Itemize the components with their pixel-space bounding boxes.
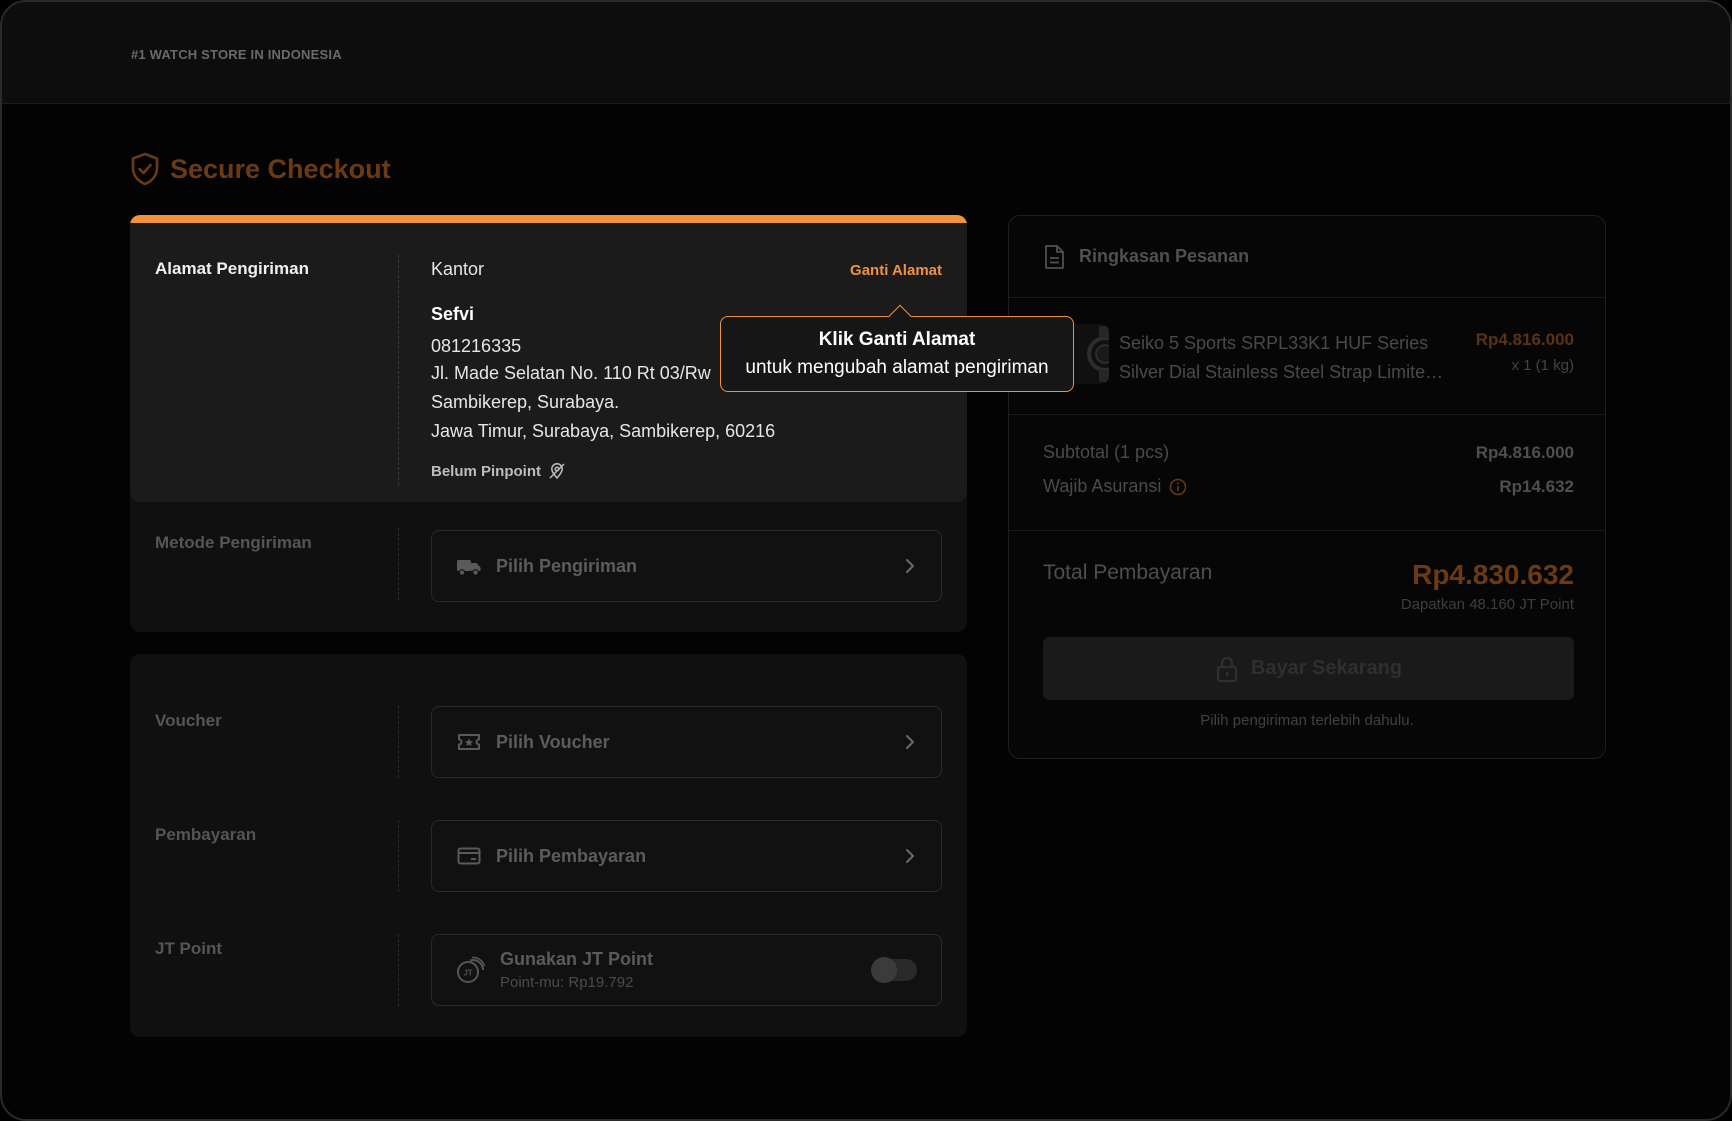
top-bar: #1 WATCH STORE IN INDONESIA [2,2,1730,104]
section-divider [398,820,399,892]
chevron-right-icon [906,559,914,573]
product-price: Rp4.816.000 [1475,330,1574,349]
payment-section-label: Pembayaran [155,825,257,844]
toggle-knob [871,957,897,983]
svg-text:JT: JT [463,969,472,978]
address-section-label: Alamat Pengiriman [155,259,309,278]
pay-hint: Pilih pengiriman terlebih dahulu. [1200,712,1414,729]
points-earned: Dapatkan 48.160 JT Point [1400,596,1574,613]
truck-icon [456,553,482,579]
jt-point-option: JT Gunakan JT Point Point-mu: Rp19.792 [431,934,942,1006]
section-divider [398,528,399,600]
card-icon [456,843,482,869]
address-line-2: Sambikerep, Surabaya. [431,392,620,412]
tooltip-body: untuk mengubah alamat pengiriman [745,357,1049,378]
subtotal-value: Rp4.816.000 [1475,442,1574,462]
pinpoint-status-text: Belum Pinpoint [431,462,541,480]
subtotal-label: Subtotal (1 pcs) [1043,442,1170,462]
app-frame: #1 WATCH STORE IN INDONESIA Secure Check… [0,0,1732,1121]
order-summary-title: Ringkasan Pesanan [1079,246,1250,266]
tooltip-title: Klik Ganti Alamat [818,329,976,350]
select-shipping-button[interactable]: Pilih Pengiriman [431,530,942,602]
page-title: Secure Checkout [130,152,391,186]
coins-icon: JT [456,955,486,985]
store-tagline: #1 WATCH STORE IN INDONESIA [131,47,342,62]
section-divider [398,255,399,485]
select-payment-label: Pilih Pembayaran [496,845,647,866]
insurance-label-group: Wajib Asuransi [1043,476,1187,497]
total-value: Rp4.830.632 [1412,559,1574,590]
product-name-line-2: Silver Dial Stainless Steel Strap Limite… [1119,362,1449,382]
shipping-method-card: Metode Pengiriman Pilih Pengiriman [130,492,967,632]
order-summary-panel: Ringkasan Pesanan Seiko 5 Sports SRPL33K… [1008,215,1606,759]
info-icon[interactable] [1169,478,1187,496]
subtotal-row: Subtotal (1 pcs) Rp4.816.000 [1043,442,1574,463]
lock-icon [1216,656,1237,682]
voucher-section-label: Voucher [155,711,222,730]
change-address-link[interactable]: Ganti Alamat [850,262,942,279]
insurance-label: Wajib Asuransi [1043,476,1162,496]
jt-point-title: Gunakan JT Point [500,949,654,969]
shield-check-icon [131,152,159,186]
cost-breakdown: Subtotal (1 pcs) Rp4.816.000 Wajib Asura… [1009,416,1605,531]
jt-point-toggle[interactable] [871,957,917,983]
jt-point-balance: Point-mu: Rp19.792 [500,974,634,991]
select-voucher-button[interactable]: Pilih Voucher [431,706,942,778]
pay-now-button[interactable]: Bayar Sekarang [1043,637,1574,700]
location-off-icon [549,463,565,480]
shipping-section-label: Metode Pengiriman [155,533,312,552]
page-title-text: Secure Checkout [170,153,391,184]
insurance-value: Rp14.632 [1499,476,1574,496]
product-item: Seiko 5 Sports SRPL33K1 HUF Series Silve… [1009,299,1605,415]
jt-point-texts: Gunakan JT Point Point-mu: Rp19.792 [500,949,871,991]
voucher-icon [456,729,482,755]
change-address-tooltip: Klik Ganti Alamat untuk mengubah alamat … [720,304,1074,392]
jt-point-section-label: JT Point [155,939,223,958]
card-accent-bar [130,215,967,223]
insurance-row: Wajib Asuransi Rp14.632 [1043,476,1574,497]
order-summary-header: Ringkasan Pesanan [1009,216,1605,298]
document-icon [1045,244,1064,269]
select-payment-button[interactable]: Pilih Pembayaran [431,820,942,892]
product-quantity: x 1 (1 kg) [1511,357,1574,374]
pinpoint-status: Belum Pinpoint [431,462,942,480]
pay-now-label: Bayar Sekarang [1250,657,1403,679]
select-shipping-label: Pilih Pengiriman [496,555,638,576]
product-name-line-1: Seiko 5 Sports SRPL33K1 HUF Series [1119,333,1429,353]
total-label: Total Pembayaran [1043,561,1213,584]
chevron-right-icon [906,735,914,749]
section-divider [398,934,399,1006]
payment-options-card: Voucher Pilih Voucher Pembayaran Pilih P… [130,654,967,1037]
section-divider [398,706,399,778]
select-voucher-label: Pilih Voucher [496,731,610,752]
chevron-right-icon [906,849,914,863]
address-line-3: Jawa Timur, Surabaya, Sambikerep, 60216 [431,421,776,441]
